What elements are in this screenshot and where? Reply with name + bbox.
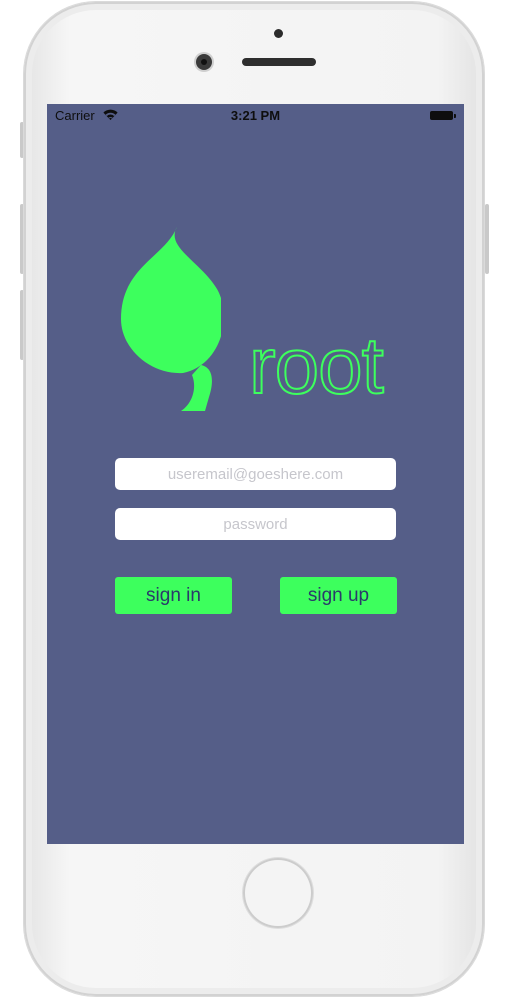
leaf-icon [121, 227, 221, 411]
sign-in-button[interactable]: sign in [115, 577, 232, 614]
home-button[interactable] [243, 858, 313, 928]
front-camera [196, 54, 212, 70]
password-field[interactable] [115, 508, 396, 540]
proximity-sensor [274, 29, 283, 38]
sign-up-button[interactable]: sign up [280, 577, 397, 614]
earpiece-speaker [242, 58, 316, 66]
power-button [485, 204, 489, 274]
battery-icon [430, 111, 456, 120]
status-bar: Carrier 3:21 PM [47, 104, 464, 126]
status-time: 3:21 PM [230, 108, 281, 123]
logo-wordmark: root [248, 320, 385, 411]
app-screen: Carrier 3:21 PM root sign in sign up [47, 104, 464, 844]
email-field[interactable] [115, 458, 396, 490]
